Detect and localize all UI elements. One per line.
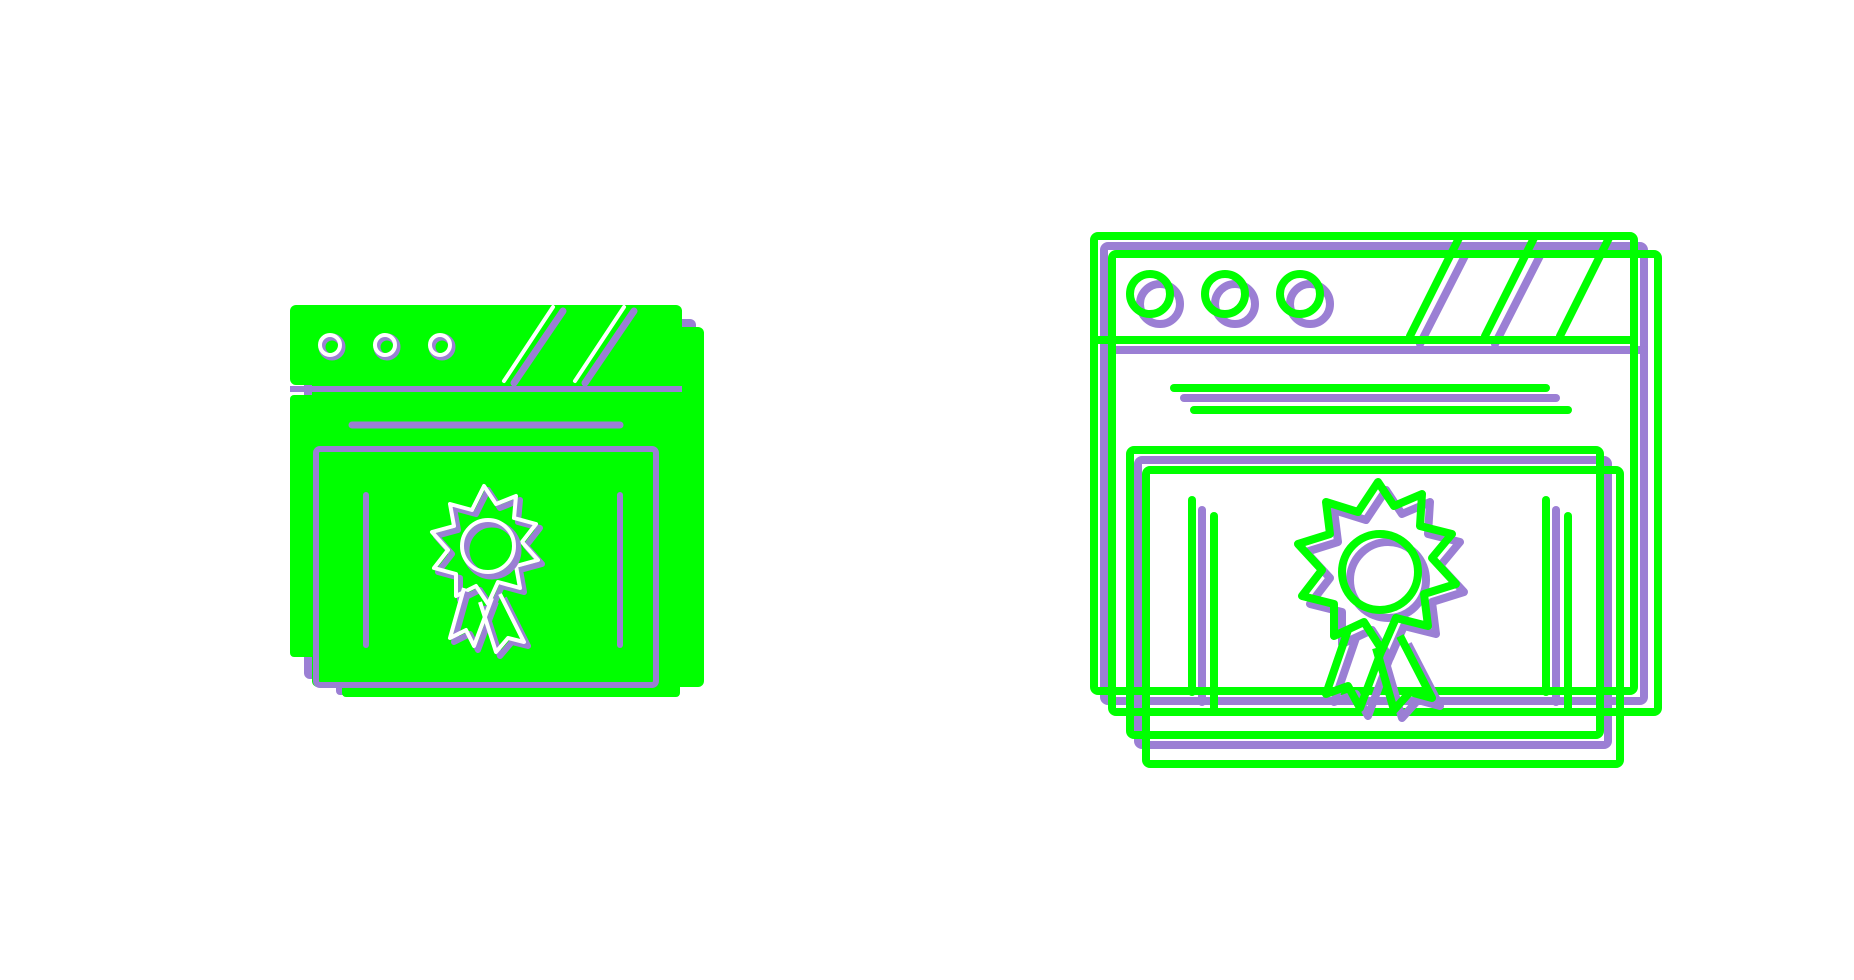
website-certificate-outline-icon: [1090, 232, 1670, 772]
icon-preview-canvas: [0, 0, 1854, 980]
website-certificate-filled-icon: [290, 305, 710, 700]
